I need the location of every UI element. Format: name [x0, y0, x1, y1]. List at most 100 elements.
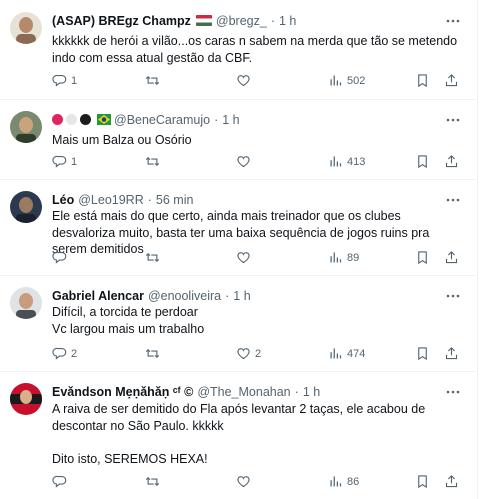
share-button[interactable] [444, 154, 459, 169]
share-button[interactable] [444, 346, 459, 361]
bookmark-button[interactable] [415, 474, 430, 489]
retweet-button[interactable] [145, 154, 164, 169]
bookmark-icon [418, 155, 427, 169]
retweet-button[interactable] [145, 73, 164, 88]
reply-icon [52, 475, 67, 488]
reply-button[interactable] [52, 250, 71, 265]
timestamp[interactable]: 56 min [156, 193, 194, 207]
like-button[interactable] [236, 154, 255, 169]
bookmark-icon [418, 251, 427, 265]
bookmark-button[interactable] [415, 250, 430, 265]
reply-button[interactable] [52, 474, 71, 489]
bookmark-button[interactable] [415, 73, 430, 88]
more-dots-icon[interactable] [446, 113, 460, 127]
hungary-flag-icon [195, 15, 212, 26]
avatar[interactable] [10, 383, 42, 415]
author-name[interactable]: Gabriel Alencar [52, 289, 144, 303]
view-count: 413 [347, 155, 366, 168]
separator-dot: · [147, 192, 152, 207]
like-button[interactable] [236, 474, 255, 489]
reply-feed: (ASAP) BREgz Champz @bregz_ · 1 h kkkkkk… [0, 0, 478, 499]
bookmark-button[interactable] [415, 346, 430, 361]
timestamp[interactable]: 1 h [233, 289, 250, 303]
reply-icon [52, 155, 67, 168]
reply-icon [52, 74, 67, 87]
like-button[interactable] [236, 250, 255, 265]
black-circle-icon [80, 114, 91, 125]
views-icon [330, 476, 342, 487]
heart-icon [237, 156, 250, 168]
view-count: 502 [347, 74, 366, 87]
action-bar: 86 [52, 474, 458, 490]
tweet-text: Mais um Balza ou Osório [52, 133, 192, 147]
retweet-button[interactable] [145, 346, 164, 361]
views-icon [330, 75, 342, 86]
share-icon [445, 155, 458, 168]
author-handle[interactable]: @Leo19RR [78, 193, 144, 207]
tweet-5[interactable]: Evǎndson Mẹṇǎhǎṇ ᶜᶠ © @The_Monahan · 1 h… [0, 371, 476, 499]
reply-count: 1 [71, 155, 78, 168]
reply-icon [52, 251, 67, 264]
views-button[interactable]: 86 [328, 474, 359, 489]
avatar[interactable] [10, 111, 42, 143]
like-button[interactable]: 2 [236, 346, 261, 361]
action-bar: 1 413 [52, 154, 458, 170]
tweet-text: A raiva de ser demitido do Fla após leva… [52, 402, 426, 466]
retweet-button[interactable] [145, 474, 164, 489]
author-name[interactable]: Léo [52, 193, 74, 207]
author-name[interactable]: Evǎndson Mẹṇǎhǎṇ ᶜᶠ © [52, 385, 193, 399]
bookmark-button[interactable] [415, 154, 430, 169]
reply-icon [52, 347, 67, 360]
retweet-icon [145, 75, 160, 86]
separator-dot: · [270, 13, 275, 28]
like-count: 2 [255, 347, 262, 360]
view-count: 86 [347, 475, 360, 488]
separator-dot: · [294, 384, 299, 399]
avatar[interactable] [10, 287, 42, 319]
retweet-button[interactable] [145, 250, 164, 265]
views-button[interactable]: 502 [328, 73, 365, 88]
more-dots-icon[interactable] [446, 14, 460, 28]
share-button[interactable] [444, 73, 459, 88]
brazil-flag-icon [97, 114, 111, 125]
tweet-2[interactable]: @BeneCaramujo · 1 h Mais um Balza ou Osó… [0, 99, 476, 180]
heart-icon [237, 252, 250, 264]
share-button[interactable] [444, 250, 459, 265]
tweet-1[interactable]: (ASAP) BREgz Champz @bregz_ · 1 h kkkkkk… [0, 0, 476, 100]
action-bar: 89 [52, 250, 458, 266]
reply-count: 2 [71, 347, 78, 360]
author-name[interactable]: (ASAP) BREgz Champz [52, 14, 191, 28]
share-icon [445, 74, 458, 87]
timestamp[interactable]: 1 h [222, 113, 239, 127]
reply-button[interactable]: 1 [52, 73, 77, 88]
views-button[interactable]: 413 [328, 154, 365, 169]
author-handle[interactable]: @enooliveira [148, 289, 221, 303]
reply-button[interactable]: 1 [52, 154, 77, 169]
timestamp[interactable]: 1 h [303, 385, 320, 399]
more-dots-icon[interactable] [446, 193, 460, 207]
share-button[interactable] [444, 474, 459, 489]
views-icon [330, 348, 342, 359]
tweet-4[interactable]: Gabriel Alencar @enooliveira · 1 h Difíc… [0, 275, 476, 372]
bookmark-icon [418, 475, 427, 489]
tweet-3[interactable]: Léo @Leo19RR · 56 min Ele está mais do q… [0, 179, 476, 276]
author-handle[interactable]: @BeneCaramujo [114, 113, 210, 127]
red-circle-icon [52, 114, 63, 125]
like-button[interactable] [236, 73, 255, 88]
views-icon [330, 156, 342, 167]
more-dots-icon[interactable] [446, 289, 460, 303]
heart-icon [237, 348, 250, 360]
views-button[interactable]: 89 [328, 250, 359, 265]
heart-icon [237, 75, 250, 87]
author-handle[interactable]: @The_Monahan [197, 385, 290, 399]
views-button[interactable]: 474 [328, 346, 365, 361]
reply-button[interactable]: 2 [52, 346, 77, 361]
avatar[interactable] [10, 191, 42, 223]
timestamp[interactable]: 1 h [279, 14, 296, 28]
view-count: 89 [347, 251, 360, 264]
bookmark-icon [418, 74, 427, 88]
avatar[interactable] [10, 12, 42, 44]
more-dots-icon[interactable] [446, 385, 460, 399]
bookmark-icon [418, 347, 427, 361]
author-handle[interactable]: @bregz_ [216, 14, 267, 28]
